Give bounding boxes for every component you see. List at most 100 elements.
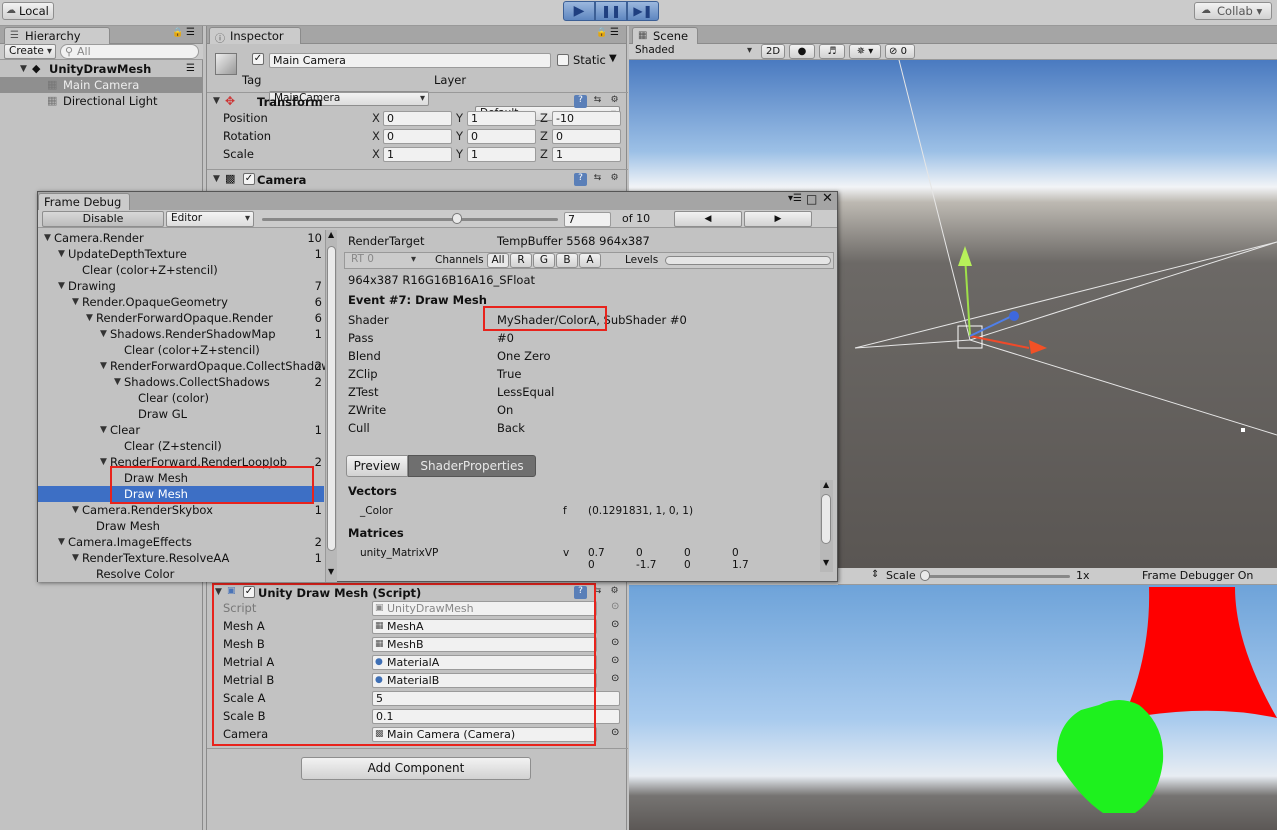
- expand-arrow-icon[interactable]: ▼: [114, 374, 121, 390]
- tab-scene[interactable]: ▦ Scene: [632, 27, 698, 44]
- next-event-button[interactable]: ▶: [744, 211, 812, 227]
- camera-enabled-checkbox[interactable]: ✓: [243, 173, 255, 185]
- expand-arrow-icon[interactable]: ▼: [58, 278, 65, 294]
- account-dropdown[interactable]: ☁ Local: [2, 2, 54, 20]
- help-icon[interactable]: ?: [574, 173, 587, 186]
- tree-scrollbar-track[interactable]: ▲ ▼: [325, 230, 337, 582]
- static-dropdown-icon[interactable]: ▼: [609, 53, 617, 64]
- event-tree-item[interactable]: ▼ RenderForwardOpaque.Render 6: [38, 310, 324, 326]
- expand-arrow-icon[interactable]: ▼: [213, 96, 220, 106]
- scale-x-field[interactable]: 1: [383, 147, 452, 162]
- scroll-down-icon[interactable]: ▼: [328, 567, 334, 576]
- scale-slider-thumb[interactable]: [920, 570, 930, 581]
- expand-arrow-icon[interactable]: ▼: [72, 550, 79, 566]
- event-tree-item[interactable]: ▼ Camera.RenderSkybox 1: [38, 502, 324, 518]
- event-tree-item[interactable]: ▼ Drawing 7: [38, 278, 324, 294]
- event-number-field[interactable]: 7: [564, 212, 611, 227]
- levels-slider[interactable]: [665, 256, 831, 265]
- expand-arrow-icon[interactable]: ▼: [86, 310, 93, 326]
- pause-button[interactable]: ❚❚: [595, 1, 627, 21]
- event-tree-item[interactable]: Draw GL: [38, 406, 324, 422]
- tab-shader-properties[interactable]: ShaderProperties: [408, 455, 536, 477]
- channel-b-button[interactable]: B: [556, 253, 578, 268]
- rotation-z-field[interactable]: 0: [552, 129, 621, 144]
- hidden-objects-toggle[interactable]: ⊘ 0: [885, 44, 915, 59]
- audio-toggle[interactable]: ♬: [819, 44, 845, 59]
- add-component-button[interactable]: Add Component: [301, 757, 531, 780]
- help-icon[interactable]: ?: [574, 95, 587, 108]
- position-x-field[interactable]: 0: [383, 111, 452, 126]
- collab-dropdown[interactable]: ☁ Collab ▾: [1194, 2, 1272, 20]
- move-gizmo-x-arrow[interactable]: [1029, 340, 1047, 354]
- panel-menu-icon[interactable]: ☰: [610, 27, 619, 38]
- panel-menu-icon[interactable]: ☰: [186, 27, 195, 38]
- channel-a-button[interactable]: A: [579, 253, 601, 268]
- scroll-up-icon[interactable]: ▲: [823, 480, 829, 489]
- tab-frame-debug[interactable]: Frame Debug: [38, 193, 130, 210]
- create-dropdown[interactable]: Create: [4, 44, 56, 59]
- preset-icon[interactable]: ⇆: [591, 95, 604, 108]
- object-picker-icon[interactable]: ⊙: [611, 727, 619, 738]
- scale-slider-track[interactable]: [922, 575, 1070, 578]
- channel-r-button[interactable]: R: [510, 253, 532, 268]
- event-tree-item[interactable]: ▼ Clear 1: [38, 422, 324, 438]
- prev-event-button[interactable]: ◀: [674, 211, 742, 227]
- step-button[interactable]: ▶❚: [627, 1, 659, 21]
- object-picker-icon[interactable]: ⊙: [611, 673, 619, 684]
- event-tree-item[interactable]: ▼ Render.OpaqueGeometry 6: [38, 294, 324, 310]
- hierarchy-item-main-camera[interactable]: ▦ Main Camera: [0, 77, 203, 93]
- expand-arrow-icon[interactable]: ▼: [100, 358, 107, 374]
- shading-mode-dropdown[interactable]: Shaded: [631, 44, 755, 59]
- event-tree-item[interactable]: ▼ RenderTexture.ResolveAA 1: [38, 550, 324, 566]
- channel-all-button[interactable]: All: [487, 253, 509, 268]
- move-gizmo-z-arrow[interactable]: [1009, 311, 1019, 321]
- active-checkbox[interactable]: ✓: [252, 53, 264, 65]
- expand-arrow-icon[interactable]: ▼: [72, 502, 79, 518]
- light-gizmo[interactable]: [1241, 428, 1245, 432]
- event-tree-item[interactable]: Clear (Z+stencil): [38, 438, 324, 454]
- tab-hierarchy[interactable]: ☰ Hierarchy: [4, 27, 110, 44]
- position-z-field[interactable]: -10: [552, 111, 621, 126]
- event-tree-item[interactable]: Clear (color+Z+stencil): [38, 342, 324, 358]
- properties-scroll-thumb[interactable]: [821, 494, 831, 544]
- expand-arrow-icon[interactable]: ▼: [100, 326, 107, 342]
- transform-header[interactable]: ▼ ✥ Transform ? ⇆ ⚙: [207, 93, 628, 111]
- expand-arrow-icon[interactable]: ▼: [100, 422, 107, 438]
- event-tree-item[interactable]: ▼ Shadows.CollectShadows 2: [38, 374, 324, 390]
- lock-icon[interactable]: 🔒: [172, 28, 183, 38]
- expand-arrow-icon[interactable]: ▼: [72, 294, 79, 310]
- expand-arrow-icon[interactable]: ▼: [100, 454, 107, 470]
- scroll-down-icon[interactable]: ▼: [823, 558, 829, 567]
- event-tree-item[interactable]: ▼ Camera.ImageEffects 2: [38, 534, 324, 550]
- channel-g-button[interactable]: G: [533, 253, 555, 268]
- scroll-up-icon[interactable]: ▲: [328, 230, 334, 239]
- tab-inspector[interactable]: ⓘ Inspector: [209, 27, 301, 45]
- expand-arrow-icon[interactable]: ▼: [20, 61, 27, 77]
- tab-preview[interactable]: Preview: [346, 455, 408, 477]
- event-tree-item[interactable]: Resolve Color: [38, 566, 324, 582]
- rotation-y-field[interactable]: 0: [467, 129, 536, 144]
- display-dropdown-icon[interactable]: ⇕: [871, 569, 879, 580]
- static-checkbox[interactable]: [557, 54, 569, 66]
- event-tree-item[interactable]: Draw Mesh: [38, 518, 324, 534]
- object-picker-icon[interactable]: ⊙: [611, 637, 619, 648]
- hierarchy-search-input[interactable]: ⚲ All: [60, 44, 199, 59]
- scene-menu-icon[interactable]: ☰: [186, 61, 195, 77]
- effects-dropdown[interactable]: ✵ ▾: [849, 44, 881, 59]
- tree-scroll-thumb[interactable]: [327, 246, 336, 551]
- event-tree-item[interactable]: ▼ Shadows.RenderShadowMap 1: [38, 326, 324, 342]
- object-name-field[interactable]: Main Camera: [269, 53, 551, 68]
- rotation-x-field[interactable]: 0: [383, 129, 452, 144]
- position-y-field[interactable]: 1: [467, 111, 536, 126]
- expand-arrow-icon[interactable]: ▼: [44, 230, 51, 246]
- camera-component-header[interactable]: ▼ ▩ ✓ Camera ? ⇆ ⚙: [207, 171, 628, 189]
- mode-2d-toggle[interactable]: 2D: [761, 44, 785, 59]
- target-dropdown[interactable]: Editor: [166, 211, 254, 227]
- scale-z-field[interactable]: 1: [552, 147, 621, 162]
- expand-arrow-icon[interactable]: ▼: [58, 246, 65, 262]
- lighting-toggle[interactable]: ●: [789, 44, 815, 59]
- play-button[interactable]: ▶: [563, 1, 595, 21]
- event-tree-item[interactable]: ▼ UpdateDepthTexture 1: [38, 246, 324, 262]
- gear-icon[interactable]: ⚙: [608, 95, 621, 108]
- hierarchy-item-directional-light[interactable]: ▦ Directional Light: [0, 93, 203, 109]
